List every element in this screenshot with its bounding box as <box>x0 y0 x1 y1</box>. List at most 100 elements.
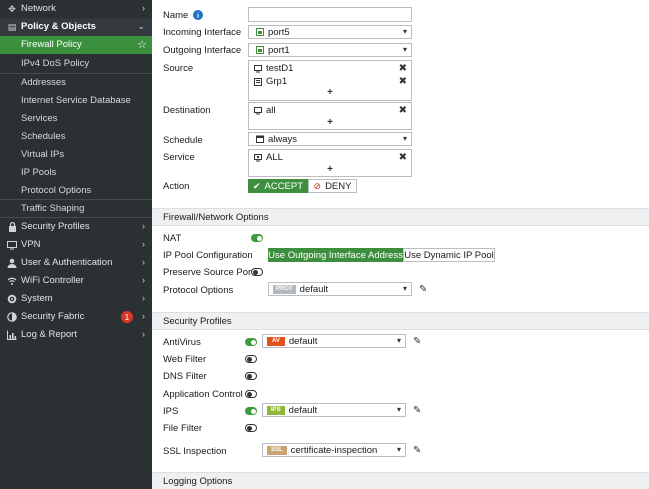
remove-icon[interactable]: ✖ <box>399 152 407 163</box>
ips-profile-value: default <box>288 404 318 416</box>
schedule-label: Schedule <box>163 135 203 146</box>
add-destination-icon[interactable]: + <box>249 117 411 128</box>
sidebar-item-label: Security Profiles <box>21 221 90 232</box>
schedule-value: always <box>268 133 298 145</box>
application-control-toggle[interactable] <box>245 390 257 398</box>
section-title: Logging Options <box>163 476 233 487</box>
deny-button[interactable]: ⊘ DENY <box>308 179 357 193</box>
sidebar-item-system[interactable]: System › <box>0 290 152 308</box>
sidebar-item-protocol-options[interactable]: Protocol Options <box>0 182 152 200</box>
dns-filter-toggle[interactable] <box>245 372 257 380</box>
antivirus-label: AntiVirus <box>163 337 201 348</box>
remove-icon[interactable]: ✖ <box>399 105 407 116</box>
sidebar-item-traffic-shaping[interactable]: Traffic Shaping <box>0 200 152 218</box>
nat-toggle[interactable] <box>251 234 263 242</box>
sidebar-item-virtual-ips[interactable]: Virtual IPs <box>0 146 152 164</box>
ip-pool-option-label: Use Dynamic IP Pool <box>404 249 494 261</box>
sidebar-item-services[interactable]: Services <box>0 110 152 128</box>
edit-pencil-icon[interactable]: ✎ <box>413 445 421 456</box>
sidebar-item-log-report[interactable]: Log & Report › <box>0 326 152 344</box>
ips-profile-select[interactable]: IPS default ▾ <box>262 403 406 417</box>
incoming-interface-select[interactable]: port5 ▾ <box>248 25 412 39</box>
sidebar-item-internet-service-database[interactable]: Internet Service Database <box>0 92 152 110</box>
preserve-source-port-toggle[interactable] <box>251 268 263 276</box>
antivirus-profile-select[interactable]: AV default ▾ <box>262 334 406 348</box>
source-item[interactable]: Grp1 <box>253 76 287 87</box>
sidebar-item-label: Services <box>21 113 58 124</box>
add-service-icon[interactable]: + <box>249 164 411 175</box>
wifi-icon <box>6 275 18 287</box>
accept-button[interactable]: ✔ ACCEPT <box>248 179 308 193</box>
sidebar-item-vpn[interactable]: VPN › <box>0 236 152 254</box>
info-icon[interactable]: i <box>193 10 203 20</box>
source-item[interactable]: testD1 <box>253 63 293 74</box>
use-outgoing-interface-address-button[interactable]: Use Outgoing Interface Address <box>268 248 403 262</box>
service-icon <box>253 153 262 162</box>
chevron-down-icon: ▾ <box>396 445 401 454</box>
star-icon[interactable]: ☆ <box>137 38 147 51</box>
file-filter-toggle[interactable] <box>245 424 257 432</box>
edit-pencil-icon[interactable]: ✎ <box>419 284 427 295</box>
destination-label: Destination <box>163 105 211 116</box>
deny-label: DENY <box>325 180 352 192</box>
service-item[interactable]: ALL <box>253 152 283 163</box>
sidebar-item-security-fabric[interactable]: Security Fabric 1 › <box>0 308 152 326</box>
dns-filter-label: DNS Filter <box>163 371 207 382</box>
application-control-label: Application Control <box>163 389 243 400</box>
sidebar-item-firewall-policy[interactable]: Firewall Policy ☆ <box>0 36 152 54</box>
remove-icon[interactable]: ✖ <box>399 76 407 87</box>
gear-icon <box>6 293 18 305</box>
sidebar-item-label: Protocol Options <box>21 185 92 196</box>
chevron-right-icon: › <box>142 257 145 267</box>
sidebar-item-addresses[interactable]: Addresses <box>0 74 152 92</box>
sidebar-item-policy-objects[interactable]: ▤ Policy & Objects ⌄ <box>0 18 152 36</box>
chevron-down-icon: ⌄ <box>137 21 145 31</box>
sidebar-item-label: Addresses <box>21 77 66 88</box>
schedule-select[interactable]: always ▾ <box>248 132 412 146</box>
sidebar-item-label: VPN <box>21 239 41 250</box>
edit-pencil-icon[interactable]: ✎ <box>413 405 421 416</box>
protocol-options-select[interactable]: PROT default ▾ <box>268 282 412 296</box>
chevron-down-icon: ▾ <box>402 45 407 54</box>
chevron-down-icon: ▾ <box>402 27 407 36</box>
chart-icon <box>6 329 18 341</box>
accept-label: ACCEPT <box>264 180 304 192</box>
sidebar-item-wifi-controller[interactable]: WiFi Controller › <box>0 272 152 290</box>
incoming-interface-label: Incoming Interface <box>163 27 242 38</box>
security-profiles-header: Security Profiles <box>152 312 649 330</box>
remove-icon[interactable]: ✖ <box>399 63 407 74</box>
incoming-interface-value: port5 <box>268 26 290 38</box>
ips-toggle[interactable] <box>245 407 257 415</box>
sidebar-item-label: Traffic Shaping <box>21 203 85 214</box>
nat-label: NAT <box>163 233 182 244</box>
ssl-inspection-select[interactable]: SSL certificate-inspection ▾ <box>262 443 406 457</box>
sidebar-item-label: Security Fabric <box>21 311 85 322</box>
sidebar-item-user-authentication[interactable]: User & Authentication › <box>0 254 152 272</box>
address-icon <box>253 106 262 115</box>
destination-item[interactable]: all <box>253 105 276 116</box>
chevron-right-icon: › <box>142 311 145 321</box>
preserve-source-port-label: Preserve Source Port <box>163 267 254 278</box>
sidebar-item-schedules[interactable]: Schedules <box>0 128 152 146</box>
web-filter-toggle[interactable] <box>245 355 257 363</box>
sidebar-item-label: Schedules <box>21 131 66 142</box>
antivirus-toggle[interactable] <box>245 338 257 346</box>
lock-icon <box>6 221 18 233</box>
chevron-right-icon: › <box>142 293 145 303</box>
sidebar: ✥ Network › ▤ Policy & Objects ⌄ Firewal… <box>0 0 152 489</box>
service-label: Service <box>163 152 195 163</box>
outgoing-interface-select[interactable]: port1 ▾ <box>248 43 412 57</box>
edit-pencil-icon[interactable]: ✎ <box>413 336 421 347</box>
sidebar-item-label: User & Authentication <box>21 257 113 268</box>
use-dynamic-ip-pool-button[interactable]: Use Dynamic IP Pool <box>403 248 495 262</box>
policy-form: Name i Incoming Interface port5 ▾ Outgoi… <box>152 0 649 489</box>
sidebar-item-label: Policy & Objects <box>21 21 96 32</box>
sidebar-item-network[interactable]: ✥ Network › <box>0 0 152 18</box>
name-input[interactable] <box>248 7 412 22</box>
sidebar-item-security-profiles[interactable]: Security Profiles › <box>0 218 152 236</box>
deny-icon: ⊘ <box>313 180 322 191</box>
sidebar-item-ip-pools[interactable]: IP Pools <box>0 164 152 182</box>
sidebar-item-ipv4-dos-policy[interactable]: IPv4 DoS Policy <box>0 55 152 73</box>
add-source-icon[interactable]: + <box>249 87 411 98</box>
chevron-down-icon: ▾ <box>402 284 407 293</box>
